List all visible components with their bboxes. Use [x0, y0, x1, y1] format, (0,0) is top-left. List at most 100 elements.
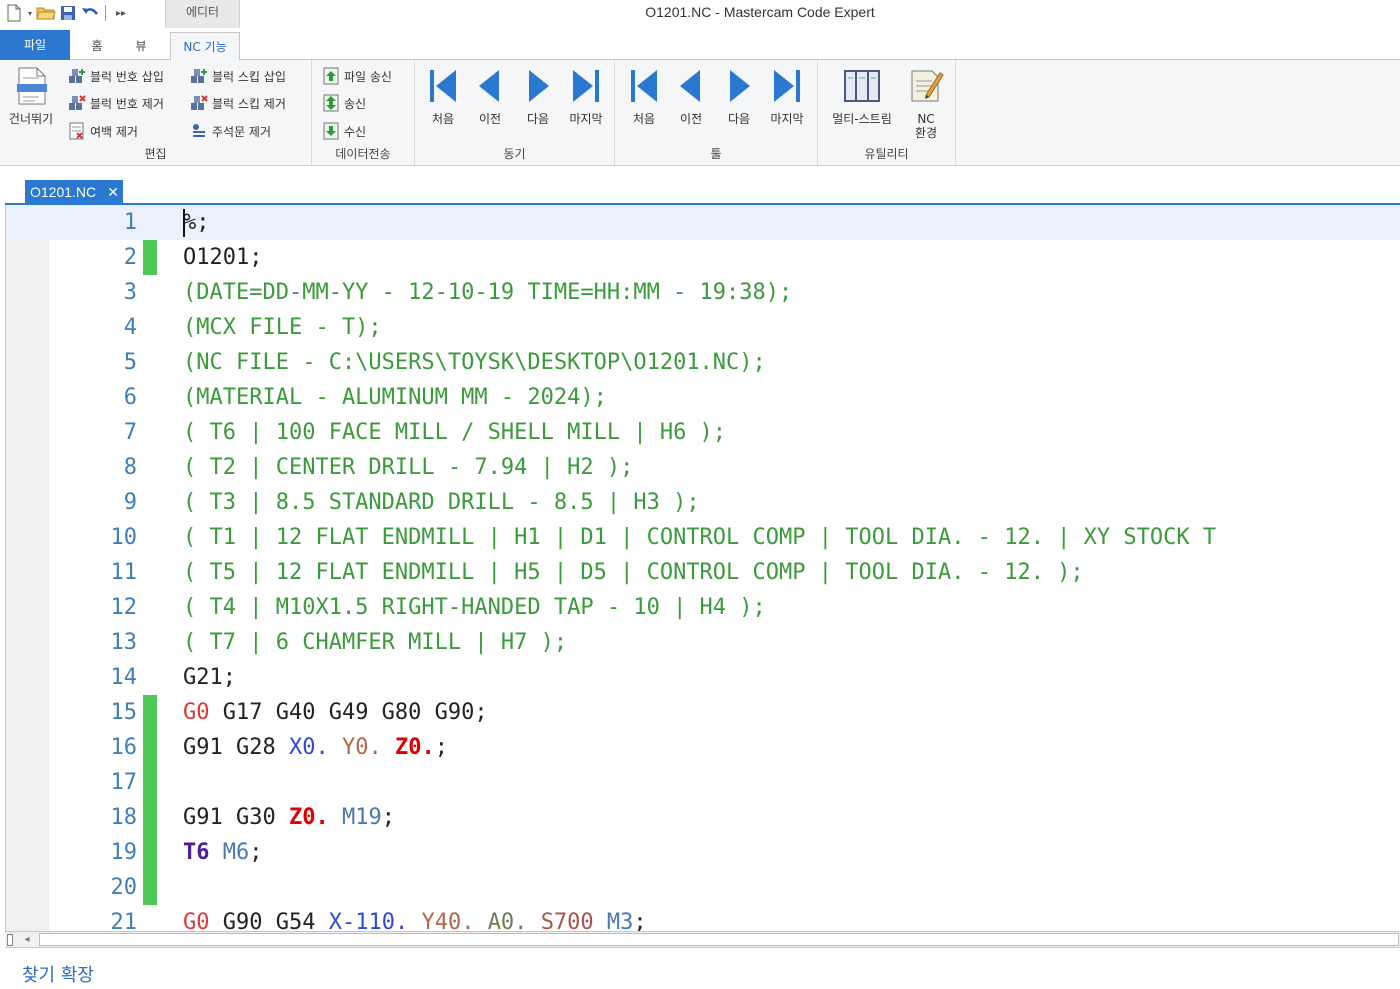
find-expand-link[interactable]: 찾기 확장: [22, 961, 94, 987]
code-line[interactable]: 5 (NC FILE - C:\USERS\TOYSK\DESKTOP\O1201…: [6, 345, 1400, 380]
change-marker: [143, 590, 157, 625]
insert-block-number-button[interactable]: 블럭 번호 삽입: [68, 65, 164, 87]
change-marker: [143, 380, 157, 415]
edit-group-label: 편집: [144, 147, 167, 161]
line-number: 14: [110, 665, 138, 690]
code-token: (DATE=DD-MM-YY - 12-10-19 TIME=HH:MM - 1…: [183, 280, 793, 305]
send-file-button[interactable]: 파일 송신: [322, 65, 392, 87]
scroll-thumb[interactable]: [39, 933, 1399, 946]
change-marker: [143, 765, 157, 800]
code-line[interactable]: 8 ( T2 | CENTER DRILL - 7.94 | H2 );: [6, 450, 1400, 485]
code-editor[interactable]: 1%; 2 O1201; 3 (DATE=DD-MM-YY - 12-10-19 TIM…: [5, 205, 1400, 931]
sync-next-button[interactable]: 다음: [514, 64, 562, 126]
remove-comments-button[interactable]: 주석문 제거: [190, 120, 271, 142]
remove-block-number-button[interactable]: 블럭 번호 제거: [68, 92, 164, 114]
code-line[interactable]: 2 O1201;: [6, 240, 1400, 275]
change-marker: [143, 730, 157, 765]
split-handle[interactable]: [7, 934, 13, 946]
remove-block-skip-button[interactable]: 블럭 스킵 제거: [190, 92, 286, 114]
code-line[interactable]: 12 ( T4 | M10X1.5 RIGHT-HANDED TAP - 10 |…: [6, 590, 1400, 625]
insert-block-skip-label: 블럭 스킵 삽입: [212, 69, 286, 84]
close-icon[interactable]: ✕: [107, 180, 119, 204]
tool-last-button[interactable]: 마지막: [763, 64, 811, 126]
nc-environment-label-2: 환경: [914, 126, 938, 140]
code-token: T6: [183, 840, 210, 865]
code-line[interactable]: 7 ( T6 | 100 FACE MILL / SHELL MILL | H6 …: [6, 415, 1400, 450]
code-line[interactable]: 17: [6, 765, 1400, 800]
code-line[interactable]: 15 G0 G17 G40 G49 G80 G90;: [6, 695, 1400, 730]
text-caret: [183, 209, 185, 237]
code-token: Z0.: [394, 735, 435, 760]
nc-environment-button[interactable]: NC 환경: [902, 64, 950, 140]
code-line[interactable]: 21 G0 G90 G54 X-110. Y40. A0. S700 M3;: [6, 905, 1400, 931]
change-marker: [143, 800, 157, 835]
tab-file[interactable]: 파일: [0, 30, 70, 60]
bottom-panel: 찾기 확장: [0, 949, 1400, 989]
multi-stream-button[interactable]: 멀티-스트림: [824, 64, 900, 126]
code-text: O1201;: [183, 240, 262, 275]
code-text: G0 G17 G40 G49 G80 G90;: [183, 695, 488, 730]
code-line[interactable]: 20: [6, 870, 1400, 905]
horizontal-scrollbar[interactable]: ◂: [5, 931, 1400, 948]
code-token: (NC FILE - C:\USERS\TOYSK\DESKTOP\O1201.…: [183, 350, 766, 375]
code-line[interactable]: 14 G21;: [6, 660, 1400, 695]
code-line[interactable]: 9 ( T3 | 8.5 STANDARD DRILL - 8.5 | H3 );: [6, 485, 1400, 520]
change-marker: [143, 905, 157, 931]
change-marker: [143, 695, 157, 730]
code-text: ( T7 | 6 CHAMFER MILL | H7 );: [183, 625, 567, 660]
send-button[interactable]: 송신: [322, 92, 366, 114]
insert-block-skip-button[interactable]: 블럭 스킵 삽입: [190, 65, 286, 87]
tab-home[interactable]: 홈: [80, 32, 114, 60]
tool-first-button[interactable]: 처음: [620, 64, 668, 126]
scroll-left-icon[interactable]: ◂: [17, 933, 37, 947]
change-marker: [143, 660, 157, 695]
code-token: G21;: [183, 665, 236, 690]
code-text: G91 G30 Z0. M19;: [183, 800, 395, 835]
skip-button[interactable]: 건너뛰기: [7, 64, 55, 126]
tool-prev-button[interactable]: 이전: [667, 64, 715, 126]
tab-nc-functions[interactable]: NC 기능: [170, 32, 240, 61]
code-line[interactable]: 19 T6 M6;: [6, 835, 1400, 870]
receive-button[interactable]: 수신: [322, 120, 366, 142]
code-line[interactable]: 1%;: [6, 205, 1400, 240]
change-marker: [143, 870, 157, 905]
sync-last-button[interactable]: 마지막: [562, 64, 610, 126]
change-marker: [143, 485, 157, 520]
code-line[interactable]: 3 (DATE=DD-MM-YY - 12-10-19 TIME=HH:MM - …: [6, 275, 1400, 310]
code-token: G91 G30: [183, 805, 289, 830]
block-remove-icon: [68, 94, 86, 112]
change-marker: [143, 345, 157, 380]
change-marker: [143, 310, 157, 345]
first-icon: [419, 64, 467, 108]
change-marker: [143, 275, 157, 310]
remove-spaces-button[interactable]: 여백 제거: [68, 120, 138, 142]
tool-group: 처음 이전 다음 마지막 툴: [615, 60, 818, 166]
tab-view[interactable]: 뷰: [124, 32, 158, 60]
code-token: X-110.: [328, 910, 409, 931]
remove-block-number-label: 블럭 번호 제거: [90, 96, 164, 111]
line-number: 11: [110, 560, 138, 585]
tool-prev-label: 이전: [679, 112, 703, 126]
code-token: ;: [633, 910, 647, 931]
line-number: 8: [123, 455, 137, 480]
code-token: Y0.: [341, 735, 382, 760]
prev-icon: [466, 64, 514, 108]
code-line[interactable]: 11 ( T5 | 12 FLAT ENDMILL | H5 | D5 | CON…: [6, 555, 1400, 590]
change-marker: [143, 450, 157, 485]
multi-stream-icon: [824, 64, 900, 108]
code-line[interactable]: 13 ( T7 | 6 CHAMFER MILL | H7 );: [6, 625, 1400, 660]
tool-next-button[interactable]: 다음: [715, 64, 763, 126]
code-line[interactable]: 4 (MCX FILE - T);: [6, 310, 1400, 345]
code-line[interactable]: 10 ( T1 | 12 FLAT ENDMILL | H1 | D1 | CON…: [6, 520, 1400, 555]
sync-prev-button[interactable]: 이전: [466, 64, 514, 126]
line-number: 5: [123, 350, 137, 375]
code-text: ( T4 | M10X1.5 RIGHT-HANDED TAP - 10 | H…: [183, 590, 766, 625]
code-line[interactable]: 16 G91 G28 X0. Y0. Z0.;: [6, 730, 1400, 765]
remove-spaces-label: 여백 제거: [90, 124, 138, 139]
code-line[interactable]: 6 (MATERIAL - ALUMINUM MM - 2024);: [6, 380, 1400, 415]
document-tab[interactable]: O1201.NC ✕: [25, 180, 123, 204]
code-line[interactable]: 18 G91 G30 Z0. M19;: [6, 800, 1400, 835]
sync-first-button[interactable]: 처음: [419, 64, 467, 126]
